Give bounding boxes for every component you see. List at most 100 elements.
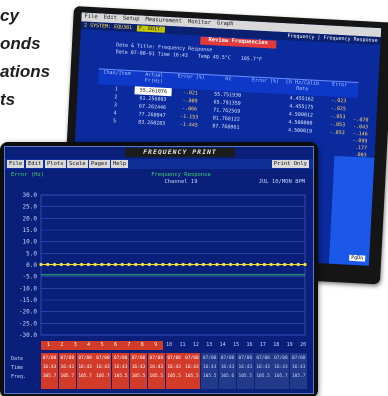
data-cell: 07/08 16:43 105.7 (94, 353, 112, 389)
plot-title: Frequency Response (151, 172, 211, 178)
data-cell-value: 07/08 (256, 356, 270, 361)
data-cell-value: 16:43 (96, 365, 110, 370)
data-point (222, 262, 226, 267)
data-cell-value: 105.5 (113, 374, 128, 379)
plot-header: Error (Hz) Frequency Response Channel 19… (11, 172, 309, 192)
data-point (269, 262, 273, 267)
data-cell-value: 105.7 (42, 374, 57, 379)
row-label-date: Date (11, 356, 24, 362)
data-cell-value: 07/08 (149, 356, 164, 361)
data-point (39, 262, 43, 267)
chart-svg: 30.0 25.0 20.0 15.0 10.0 5.0 0.0 -5.0 -10.0 -15.0… (19, 192, 307, 339)
plot-channel: Channel 19 (164, 179, 198, 185)
data-point (73, 262, 77, 267)
y-tick-label: 5.0 (26, 250, 37, 257)
data-point (249, 262, 253, 267)
menu-graph[interactable]: Graph (217, 21, 234, 29)
y-tick-label: -10.0 (19, 285, 37, 292)
data-cell-value: 16:43 (60, 365, 75, 370)
data-point (262, 262, 266, 267)
data-cell-value: 105.5 (256, 374, 270, 379)
menu-edit[interactable]: Edit (103, 15, 118, 23)
data-point (66, 262, 70, 267)
data-point (235, 262, 239, 267)
toolbar-edit-button[interactable]: Edit (26, 160, 44, 168)
data-cell: 07/08 16:43 105.5 (147, 353, 165, 389)
table-cell: 5 (112, 118, 117, 125)
print-only-button[interactable]: Print Only (271, 160, 309, 168)
data-point (188, 262, 192, 267)
table-cell: -1.445 (179, 121, 198, 129)
data-cell-value: 16:43 (149, 365, 164, 370)
data-cell-value: 105.7 (291, 374, 306, 379)
window-title: FREQUENCY PRINT (125, 148, 235, 157)
data-cell: 07/08 16:43 105.5 (254, 353, 272, 389)
y-tick-label: 30.0 (23, 192, 38, 199)
data-point (289, 262, 294, 267)
data-cell-value: 07/08 (113, 356, 128, 361)
page-down-button[interactable]: PgDn (348, 254, 366, 262)
data-cell-value: 07/08 (220, 356, 235, 361)
data-cell-value: 16:43 (113, 365, 128, 370)
data-cell: 07/08 16:43 105.6 (219, 353, 236, 389)
data-cell-value: 16:43 (256, 365, 270, 370)
data-point (80, 262, 84, 267)
toolbar-help-button[interactable]: Help (111, 160, 129, 168)
data-cell-value: 07/08 (42, 356, 57, 361)
y-tick-label: -5.0 (23, 274, 38, 281)
data-point (147, 262, 151, 267)
toolbar-pages-button[interactable]: Pages (89, 160, 110, 168)
y-tick-label: -25.0 (19, 320, 37, 327)
data-point (215, 262, 219, 267)
row-label-time: Time (11, 365, 24, 371)
table-cell: 87.768861 (212, 123, 240, 131)
data-point (52, 262, 57, 267)
data-point (276, 262, 280, 267)
toolbar-plots-button[interactable]: Plots (45, 160, 66, 168)
front-screen: FREQUENCY PRINT File Edit Plots Scale Pa… (4, 146, 314, 394)
data-cell: 07/08 16:43 105.7 (76, 353, 94, 389)
menu-file[interactable]: File (84, 14, 98, 22)
data-point (283, 262, 287, 267)
table-cell: 4.500019 (287, 127, 313, 135)
data-cell-value: 105.7 (78, 374, 92, 379)
y-tick-label: 25.0 (23, 204, 38, 211)
data-cell: 07/08 16:43 105.5 (236, 353, 254, 389)
channel-button-20[interactable]: 20 (296, 341, 311, 350)
toolbar-file-button[interactable]: File (7, 160, 25, 168)
menu-monitor[interactable]: Monitor (188, 19, 211, 27)
data-cell-value: 105.5 (202, 374, 217, 379)
toolbar-scale-button[interactable]: Scale (67, 160, 88, 168)
plot-date: JUL 10/MON 8PM (258, 179, 305, 185)
data-point (201, 262, 206, 267)
data-cell-value: 07/08 (131, 356, 146, 361)
data-cell-value: 105.7 (96, 374, 110, 379)
y-tick-label: 15.0 (23, 227, 38, 234)
y-axis-label: Error (Hz) (11, 172, 45, 178)
data-cell: 07/08 16:43 105.7 (58, 353, 76, 389)
data-point (181, 262, 185, 267)
data-point (134, 262, 138, 267)
data-cell-value: 105.5 (167, 374, 181, 379)
data-cell-value: 16:43 (167, 365, 181, 370)
menu-setup[interactable]: Setup (123, 16, 140, 24)
channel-selector: 1 2 3 4 5 6 7 8 9 10 11 12 13 14 15 16 17 18 19 20 (41, 341, 309, 351)
row-labels: Date Time Freq. (11, 355, 41, 382)
y-tick-label: 0.0 (26, 262, 37, 269)
data-point (228, 262, 233, 267)
data-cell: 07/08 16:43 105.5 (130, 353, 147, 389)
data-cell-value: 07/08 (274, 356, 288, 361)
data-point (46, 262, 50, 267)
data-point (86, 262, 90, 267)
data-cell-value: 105.5 (238, 374, 253, 379)
data-point (174, 262, 178, 267)
data-cell-value: 16:43 (185, 365, 199, 370)
data-cell-value: 07/08 (60, 356, 75, 361)
data-cell-value: 16:43 (202, 365, 217, 370)
data-grid: 07/08 16:43 105.7 07/08 16:43 105.7 07/08 16:43… (41, 353, 309, 391)
frequency-table: Chan/Item Actual Fr(Hz) Error (%) Hz Err… (96, 68, 359, 138)
data-cell-value: 16:43 (131, 365, 146, 370)
temp-fahrenheit: 105.7°F (240, 55, 263, 63)
y-tick-label: -30.0 (19, 332, 37, 339)
data-cell-value: 16:43 (291, 365, 306, 370)
